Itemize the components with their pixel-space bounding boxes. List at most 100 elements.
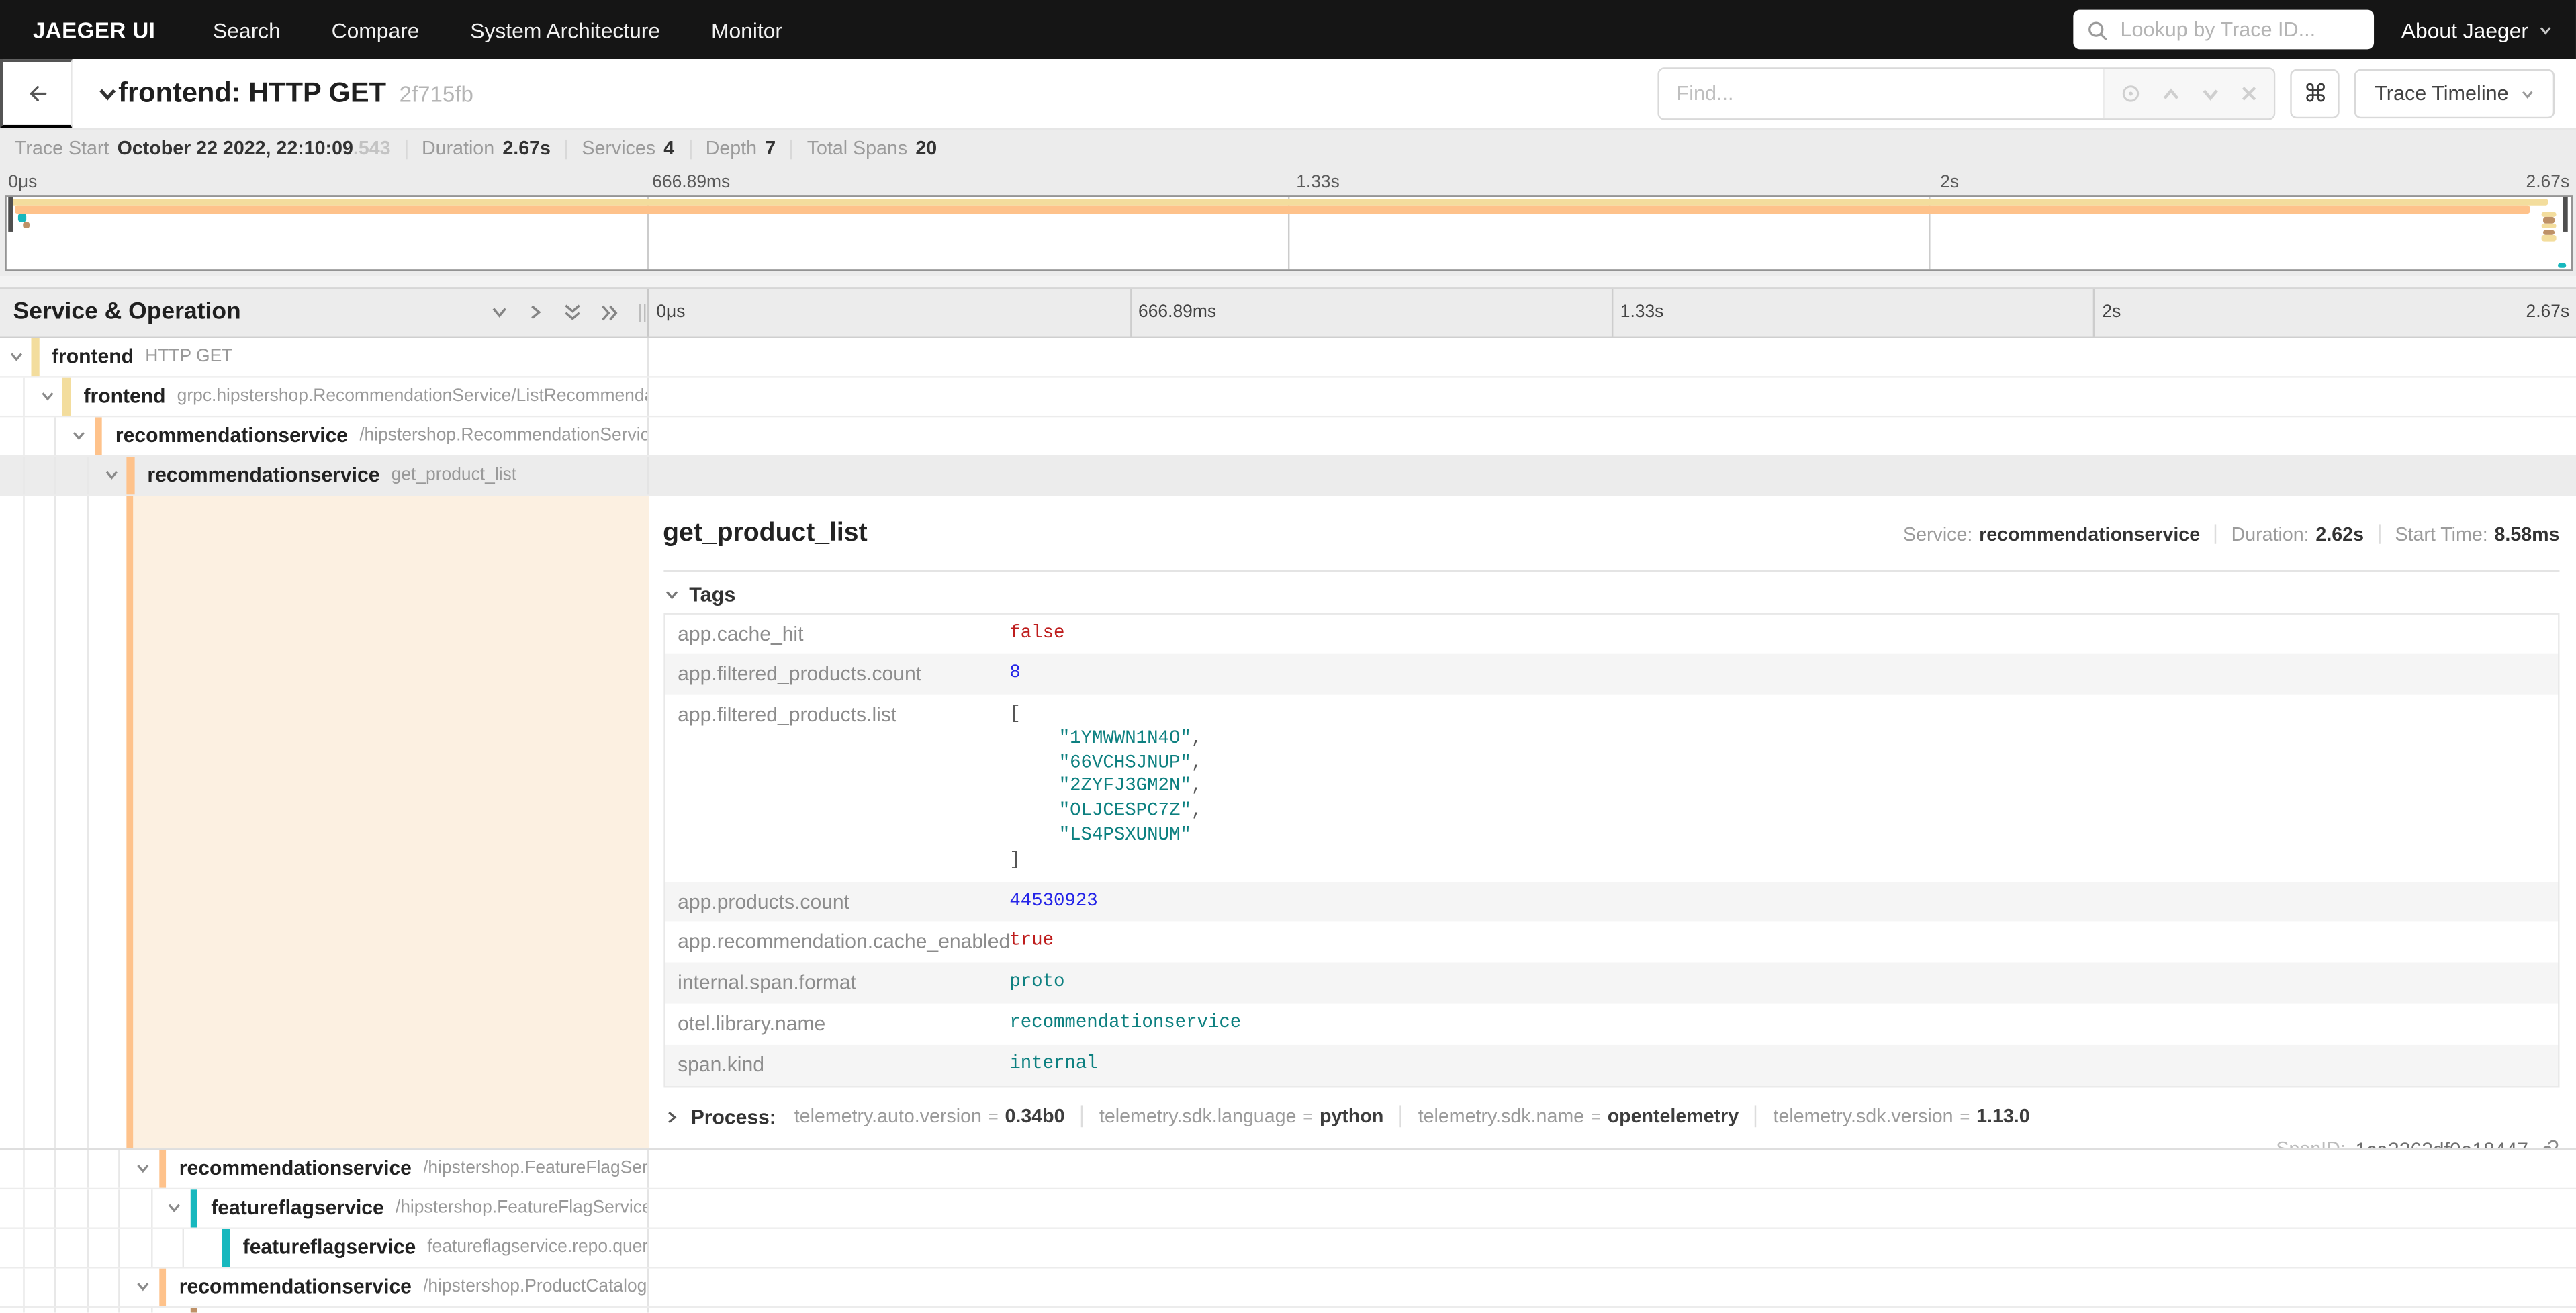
separator: [1755, 1106, 1757, 1128]
span-row[interactable]: recommendationservice/hipstershop.Produc…: [0, 1267, 2576, 1307]
span-row[interactable]: recommendationservice/hipstershop.Recomm…: [0, 416, 2576, 456]
tag-value-text: 44530923: [1009, 892, 1097, 911]
span-expand-chevron[interactable]: [128, 1267, 158, 1305]
column-resize-grip[interactable]: [638, 303, 645, 321]
indent-guide: [64, 1149, 95, 1187]
nav-item-system-architecture[interactable]: System Architecture: [470, 17, 660, 42]
minimap-handle-right[interactable]: [2563, 196, 2568, 230]
find-clear-x-icon[interactable]: [2240, 84, 2260, 103]
indent-guide: [64, 1228, 95, 1266]
span-row[interactable]: featureflagservice/hipstershop.FeatureFl…: [0, 1189, 2576, 1228]
tags-section-label: Tags: [689, 582, 735, 605]
span-row[interactable]: recommendationservice/hipstershop.Featur…: [0, 1149, 2576, 1189]
detail-meta-label: Service:: [1903, 523, 1972, 545]
trace-meta-item: Duration2.67s: [422, 138, 551, 160]
span-operation-name: /hipstershop.FeatureFlagService…: [423, 1159, 647, 1178]
meta-label: Trace Start: [15, 138, 109, 160]
span-rows-top: frontendHTTP GETfrontendgrpc.hipstershop…: [0, 338, 2576, 496]
tag-value-text: proto: [1009, 973, 1064, 993]
timeline-section-header: Service & Operation 0μs666.89ms1.33s2s2.…: [0, 287, 2576, 338]
indent-guide: [0, 456, 32, 494]
minimap-handle-left[interactable]: [9, 196, 13, 230]
indent-guide: [128, 1228, 159, 1266]
span-expand-chevron[interactable]: [159, 1189, 190, 1226]
indent-guide: [95, 1149, 127, 1187]
trace-id-search-input[interactable]: [2117, 16, 2360, 42]
process-key: telemetry.sdk.name: [1418, 1106, 1584, 1128]
tag-key: internal.span.format: [665, 963, 1010, 1004]
tag-value-text: 8: [1009, 664, 1020, 684]
service-color-bar: [31, 338, 38, 375]
about-jaeger-menu[interactable]: About Jaeger: [2401, 17, 2553, 42]
process-expand-chevron-right-icon[interactable]: [663, 1108, 679, 1124]
nav-item-search[interactable]: Search: [213, 17, 281, 42]
tree-column-header: Service & Operation: [0, 288, 648, 336]
span-row[interactable]: frontendHTTP GET: [0, 338, 2576, 377]
tags-section-toggle[interactable]: Tags: [663, 582, 2559, 605]
span-row[interactable]: [0, 1307, 2576, 1313]
chevron-down-icon: [2520, 86, 2535, 101]
locate-icon[interactable]: [2120, 82, 2143, 105]
list-open-bracket: [: [1009, 703, 2558, 727]
meta-value: 2.67s: [502, 138, 551, 160]
list-item: "1YMWWN1N4O",: [1009, 727, 2558, 752]
find-input[interactable]: [1660, 69, 2104, 118]
trace-header-controls: ⌘ Trace Timeline: [1659, 67, 2555, 120]
keyboard-shortcuts-button[interactable]: ⌘: [2291, 69, 2340, 118]
tag-row: app.filtered_products.count8: [665, 654, 2558, 695]
process-label[interactable]: Process:: [691, 1105, 776, 1128]
nav-item-monitor[interactable]: Monitor: [711, 17, 782, 42]
trace-minimap[interactable]: [4, 195, 2572, 271]
timeline-tick: 666.89ms: [652, 172, 730, 191]
process-entries: telemetry.auto.version=0.34b0telemetry.s…: [794, 1106, 2030, 1128]
service-color-bar: [127, 456, 134, 494]
tag-row: app.products.count44530923: [665, 882, 2558, 923]
detail-tree-strip: [0, 496, 648, 1148]
find-group: [1659, 67, 2276, 120]
indent-guide: [0, 377, 32, 414]
deep-link-icon[interactable]: [2538, 1139, 2560, 1148]
app-logo[interactable]: JAEGER UI: [33, 17, 155, 42]
span-service-name: recommendationservice: [179, 1275, 412, 1298]
expand-all-double-chevron-right-icon[interactable]: [599, 302, 620, 323]
detail-meta-label: Duration:: [2232, 523, 2309, 545]
trace-id-short: 2f715fb: [400, 81, 473, 106]
service-color-bar: [63, 377, 71, 414]
divider: [663, 570, 2559, 571]
minimap-bar: [23, 221, 30, 228]
span-row[interactable]: frontendgrpc.hipstershop.RecommendationS…: [0, 377, 2576, 416]
back-button[interactable]: [0, 59, 73, 128]
indent-guide: [0, 1149, 32, 1187]
find-prev-chevron-up-icon[interactable]: [2161, 83, 2182, 105]
timeline-tick: 2.67s: [2526, 302, 2570, 321]
span-expand-chevron[interactable]: [95, 456, 126, 494]
tag-key: app.cache_hit: [665, 614, 1010, 655]
detail-meta-label: Start Time:: [2395, 523, 2487, 545]
span-row[interactable]: featureflagservicefeatureflagservice.rep…: [0, 1228, 2576, 1268]
find-next-chevron-down-icon[interactable]: [2201, 83, 2222, 105]
collapse-all-double-chevron-down-icon[interactable]: [561, 302, 582, 323]
timeline-axis-header: 0μs666.89ms1.33s2s2.67s: [648, 288, 2576, 336]
trace-collapse-chevron[interactable]: [97, 83, 118, 105]
span-tree-cell: featureflagservice/hipstershop.FeatureFl…: [0, 1189, 648, 1226]
expand-one-chevron-right-icon[interactable]: [525, 302, 545, 322]
span-operation-name: get_product_list: [392, 465, 516, 484]
tag-value: ["1YMWWN1N4O","66VCHSJNUP","2ZYFJ3GM2N",…: [1009, 695, 2558, 882]
indent-guide: [32, 1189, 63, 1226]
span-expand-chevron[interactable]: [0, 338, 31, 375]
span-row[interactable]: recommendationserviceget_product_list: [0, 456, 2576, 496]
collapse-one-chevron-down-icon[interactable]: [489, 302, 508, 322]
span-expand-chevron[interactable]: [64, 416, 95, 454]
minimap-bar: [2543, 218, 2555, 224]
trace-id-search[interactable]: [2073, 10, 2374, 50]
span-expand-chevron[interactable]: [128, 1149, 158, 1187]
trace-view-selector[interactable]: Trace Timeline: [2355, 69, 2555, 118]
span-tree-cell: recommendationservice/hipstershop.Produc…: [0, 1267, 648, 1305]
span-id-label: SpanID:: [2276, 1139, 2345, 1148]
nav-item-compare[interactable]: Compare: [332, 17, 420, 42]
chevron-spacer: [159, 1307, 190, 1313]
span-expand-chevron[interactable]: [32, 377, 62, 414]
comma: ,: [1191, 729, 1202, 749]
timeline-tick: 2s: [1940, 172, 1959, 191]
timeline-tick: 2s: [2102, 302, 2121, 321]
